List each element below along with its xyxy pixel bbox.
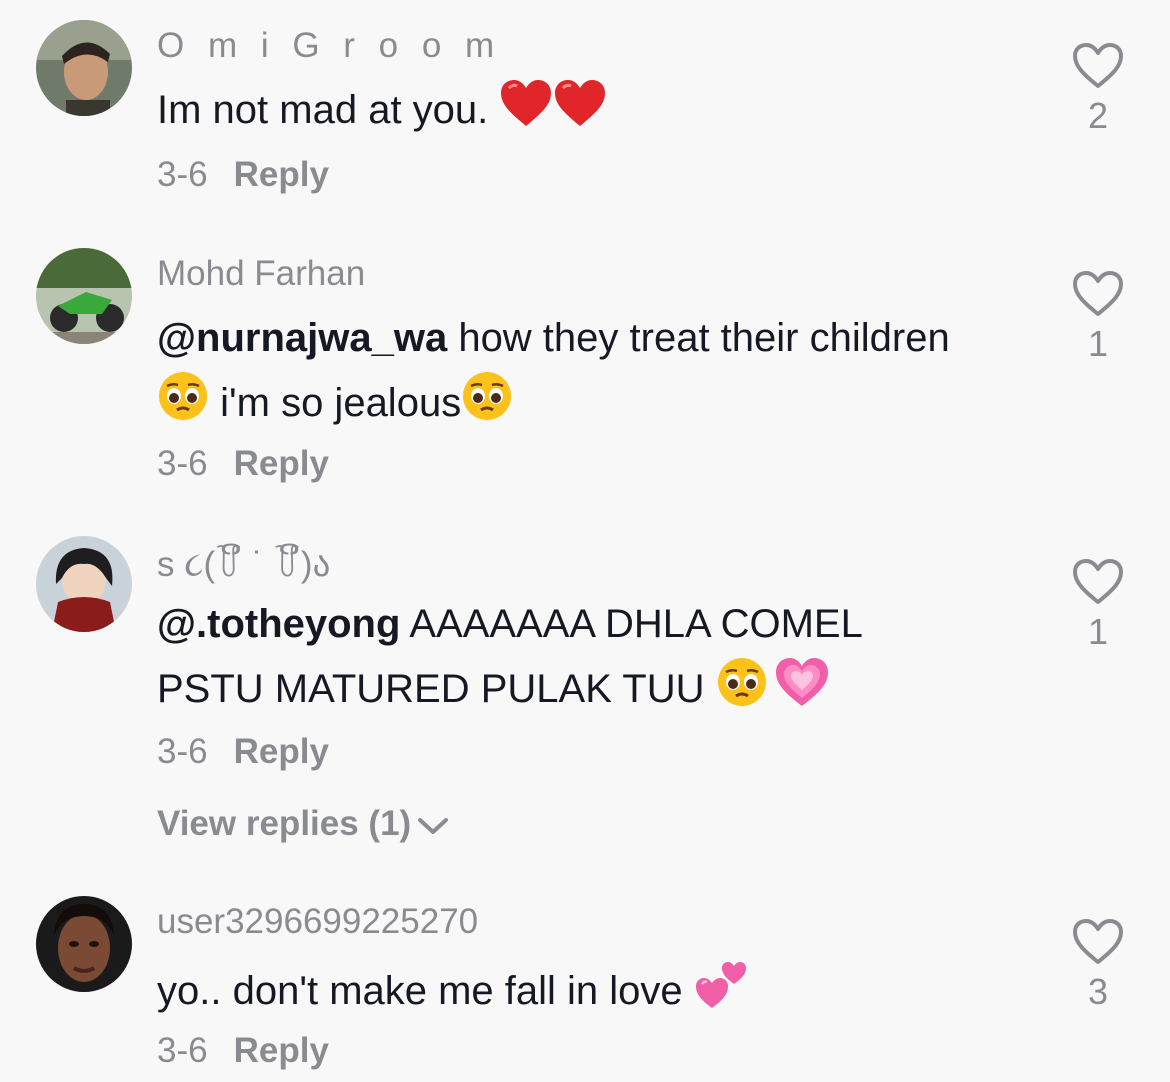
comment-text-content: how they treat their children <box>447 316 950 360</box>
heart-outline-icon <box>1073 919 1123 964</box>
reply-button[interactable]: Reply <box>234 155 329 194</box>
comment-date: 3-6 <box>157 444 208 483</box>
comment-text-content: i'm so jealous <box>209 381 462 426</box>
comment-username[interactable]: O m i G r o o m <box>157 26 501 66</box>
comment-meta: 3-6 Reply <box>157 1031 329 1071</box>
comment-date: 3-6 <box>157 155 208 194</box>
reply-button[interactable]: Reply <box>234 444 329 483</box>
comment-meta: 3-6 Reply <box>157 444 329 484</box>
avatar[interactable] <box>36 20 132 116</box>
view-replies-button[interactable]: View replies (1) <box>157 804 449 844</box>
mention-link[interactable]: @nurnajwa_wa <box>157 316 447 360</box>
avatar[interactable] <box>36 896 132 992</box>
like-count: 1 <box>1087 611 1109 652</box>
pleading-face-emoji-icon <box>157 370 209 441</box>
comment-meta: 3-6 Reply <box>157 732 329 772</box>
heart-outline-icon <box>1073 271 1123 316</box>
heart-outline-icon <box>1073 559 1123 604</box>
like-button[interactable]: 3 <box>1066 918 1130 1012</box>
red-heart-emoji-icon <box>553 78 607 147</box>
red-heart-emoji-icon <box>499 78 553 147</box>
reply-button[interactable]: Reply <box>234 1031 329 1070</box>
two-hearts-emoji-icon <box>694 956 750 1031</box>
like-button[interactable]: 1 <box>1066 270 1130 364</box>
comment-date: 3-6 <box>157 1031 208 1070</box>
pleading-face-emoji-icon <box>461 370 513 441</box>
like-count: 2 <box>1087 95 1109 136</box>
mention-link[interactable]: @.totheyong <box>157 602 400 646</box>
comment-text-content: Im not mad at you. <box>157 88 489 133</box>
avatar[interactable] <box>36 248 132 344</box>
pleading-face-emoji-icon <box>716 656 768 727</box>
comment-text: @nurnajwa_wa how they treat their childr… <box>157 306 957 441</box>
like-count: 3 <box>1087 971 1109 1012</box>
heart-outline-icon <box>1073 43 1123 88</box>
comment-text: @.totheyong AAAAAAA DHLA COMEL PSTU MATU… <box>157 592 957 727</box>
like-button[interactable]: 2 <box>1066 42 1130 136</box>
comment-text-content: yo.. don't make me fall in love <box>157 969 694 1014</box>
comment-date: 3-6 <box>157 732 208 771</box>
comment-username[interactable]: user3296699225270 <box>157 902 478 942</box>
reply-button[interactable]: Reply <box>234 732 329 771</box>
growing-heart-emoji-icon <box>774 656 830 727</box>
like-button[interactable]: 1 <box>1066 558 1130 652</box>
comment-username[interactable]: Mohd Farhan <box>157 254 365 294</box>
comment-username[interactable]: s ૮(꒦ິ ˙ ꒦ິ)ა <box>157 545 330 585</box>
avatar[interactable] <box>36 536 132 632</box>
comment-text: yo.. don't make me fall in love <box>157 956 957 1031</box>
view-replies-label: View replies (1) <box>157 804 412 843</box>
comment-meta: 3-6 Reply <box>157 155 329 195</box>
chevron-down-icon <box>418 817 449 834</box>
comment-text: Im not mad at you. <box>157 78 957 147</box>
like-count: 1 <box>1087 323 1109 364</box>
